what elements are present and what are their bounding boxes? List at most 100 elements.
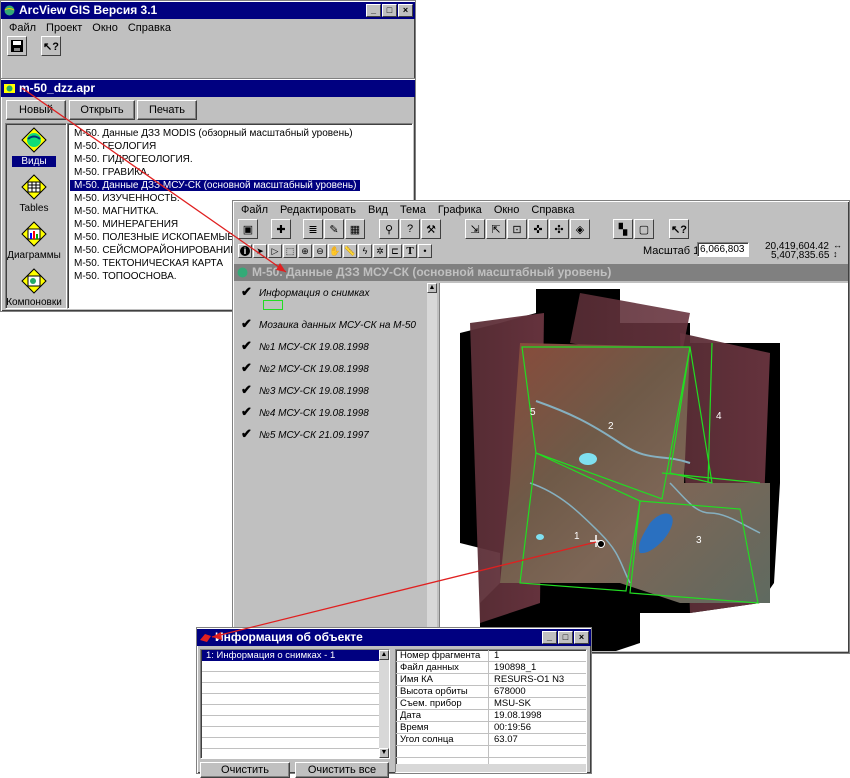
view-list-item[interactable]: M-50. ГИДРОГЕОЛОГИЯ. <box>74 154 193 165</box>
view-list-item[interactable]: M-50. ТОПООСНОВА. <box>74 271 177 282</box>
zoom-in-tool[interactable]: ⊕ <box>298 244 312 258</box>
clear-button[interactable]: Очистить <box>200 762 290 778</box>
maximize-button[interactable]: □ <box>558 631 573 644</box>
checkmark-icon[interactable]: ✔ <box>241 339 252 352</box>
edit-legend-button[interactable]: ✎ <box>324 219 344 239</box>
doc-type-tables[interactable]: Tables <box>6 174 62 218</box>
zoom-in-button[interactable]: ✜ <box>528 219 548 239</box>
project-title-bar[interactable]: m-50_dzz.apr <box>1 80 415 97</box>
property-value: 00:19:56 <box>494 722 531 733</box>
save-button[interactable]: ▣ <box>238 219 258 239</box>
results-scrollbar[interactable]: ▲ ▼ <box>379 650 389 758</box>
query-builder-button[interactable]: ⚒ <box>421 219 441 239</box>
draw-point-tool[interactable]: • <box>418 244 432 258</box>
identify-result-item[interactable]: 1: Информация о снимках - 1 <box>202 650 380 661</box>
checkmark-icon[interactable]: ✔ <box>241 285 252 298</box>
view-menu-theme[interactable]: Тема <box>400 204 426 216</box>
zoom-out-tool[interactable]: ⊖ <box>313 244 327 258</box>
close-button[interactable]: × <box>574 631 589 644</box>
zoom-out-button[interactable]: ✣ <box>549 219 569 239</box>
scroll-down-button[interactable]: ▼ <box>379 748 389 758</box>
select-features-button[interactable]: ▚ <box>613 219 633 239</box>
scale-input[interactable]: 6,066,803 <box>697 242 749 257</box>
theme-properties-button[interactable]: ≣ <box>303 219 323 239</box>
close-button[interactable]: × <box>398 4 413 17</box>
minimize-button[interactable]: _ <box>366 4 381 17</box>
zoom-to-selected-button[interactable]: ⊡ <box>507 219 527 239</box>
checkmark-icon[interactable]: ✔ <box>241 383 252 396</box>
zoom-full-extent-button[interactable]: ⇲ <box>465 219 485 239</box>
menu-project[interactable]: Проект <box>46 22 82 34</box>
checkmark-icon[interactable]: ✔ <box>241 427 252 440</box>
checkmark-icon[interactable]: ✔ <box>241 317 252 330</box>
open-table-button[interactable]: ▦ <box>345 219 365 239</box>
theme-entry[interactable]: ✔ №4 МСУ-СК 19.08.1998 <box>241 405 369 419</box>
select-feature-tool[interactable]: ⬚ <box>283 244 297 258</box>
theme-entry[interactable]: ✔ №5 МСУ-СК 21.09.1997 <box>241 427 369 441</box>
locate-address-button[interactable]: ? <box>400 219 420 239</box>
vertex-edit-tool[interactable]: ▷ <box>268 244 282 258</box>
help-button[interactable]: ↖? <box>669 219 689 239</box>
help-pointer-button[interactable]: ↖? <box>41 36 61 56</box>
zoom-previous-button[interactable]: ◈ <box>570 219 590 239</box>
identify-tool[interactable]: i <box>238 244 252 258</box>
app-title-bar[interactable]: ArcView GIS Версия 3.1 _ □ × <box>1 2 415 19</box>
text-tool[interactable]: T <box>403 244 417 258</box>
view-list-item[interactable]: M-50. МАГНИТКА. <box>74 206 159 217</box>
view-menu-edit[interactable]: Редактировать <box>280 204 356 216</box>
menu-window[interactable]: Окно <box>92 22 118 34</box>
pan-tool[interactable]: ✋ <box>328 244 342 258</box>
area-of-interest-tool[interactable]: ✲ <box>373 244 387 258</box>
map-display[interactable]: 1 2 3 4 5 <box>439 283 848 651</box>
clear-all-button[interactable]: Очистить все <box>295 762 389 778</box>
view-list-item[interactable]: M-50. ИЗУЧЕННОСТЬ. <box>74 193 180 204</box>
checkmark-icon[interactable]: ✔ <box>241 361 252 374</box>
view-title-bar[interactable]: M-50. Данные ДЗЗ МСУ-СК (основной масшта… <box>234 264 848 281</box>
theme-entry[interactable]: ✔ №3 МСУ-СК 19.08.1998 <box>241 383 369 397</box>
properties-hscrollbar[interactable] <box>396 764 586 772</box>
table-grid-icon: ▦ <box>349 223 361 236</box>
property-key: Высота орбиты <box>396 686 489 697</box>
clear-selection-button[interactable]: ▢ <box>634 219 654 239</box>
toc-scrollbar[interactable]: ▲ <box>427 283 437 651</box>
theme-entry[interactable]: ✔ Информация о снимках <box>241 285 370 299</box>
doc-type-charts[interactable]: Диаграммы <box>6 221 62 265</box>
view-menu-file[interactable]: Файл <box>241 204 268 216</box>
label-tool[interactable]: ⊏ <box>388 244 402 258</box>
measure-tool[interactable]: 📏 <box>343 244 357 258</box>
doc-type-views[interactable]: Виды <box>6 127 62 171</box>
find-button[interactable]: ⚲ <box>379 219 399 239</box>
open-button[interactable]: Открыть <box>69 100 135 120</box>
theme-entry[interactable]: ✔ №2 МСУ-СК 19.08.1998 <box>241 361 369 375</box>
theme-entry[interactable]: ✔ №1 МСУ-СК 19.08.1998 <box>241 339 369 353</box>
view-list-item[interactable]: M-50. ТЕКТОНИЧЕСКАЯ КАРТА <box>74 258 223 269</box>
minimize-button[interactable]: _ <box>542 631 557 644</box>
maximize-button[interactable]: □ <box>382 4 397 17</box>
identify-title-bar[interactable]: Информация об объекте _ □ × <box>197 629 591 646</box>
view-menu-graphics[interactable]: Графика <box>438 204 482 216</box>
view-menu-help[interactable]: Справка <box>531 204 574 216</box>
view-menu-window[interactable]: Окно <box>494 204 520 216</box>
view-list-item[interactable]: M-50. МИНЕРАГЕНИЯ <box>74 219 178 230</box>
view-list-item[interactable]: M-50. ГРАВИКА. <box>74 167 150 178</box>
new-button[interactable]: Новый <box>6 100 66 120</box>
menu-file[interactable]: Файл <box>9 22 36 34</box>
print-button[interactable]: Печать <box>137 100 197 120</box>
scroll-up-button[interactable]: ▲ <box>427 283 437 293</box>
view-list-item-selected[interactable]: M-50. Данные ДЗЗ МСУ-СК (основной масшта… <box>70 180 361 191</box>
view-menu-view[interactable]: Вид <box>368 204 388 216</box>
view-list-item[interactable]: M-50. ГЕОЛОГИЯ <box>74 141 156 152</box>
add-theme-button[interactable]: ✚ <box>271 219 291 239</box>
view-list-item[interactable]: M-50. СЕЙСМОРАЙОНИРОВАНИЕ. <box>74 245 240 256</box>
save-project-button[interactable] <box>7 36 27 56</box>
hot-link-tool[interactable]: ϟ <box>358 244 372 258</box>
checkmark-icon[interactable]: ✔ <box>241 405 252 418</box>
view-list-item[interactable]: M-50. Данные ДЗЗ MODIS (обзорный масштаб… <box>74 128 353 139</box>
menu-help[interactable]: Справка <box>128 22 171 34</box>
view-list-item[interactable]: M-50. ПОЛЕЗНЫЕ ИСКОПАЕМЫЕ. <box>74 232 237 243</box>
scroll-up-button[interactable]: ▲ <box>379 650 389 660</box>
doc-type-layouts[interactable]: Компоновки <box>6 268 62 312</box>
zoom-to-themes-button[interactable]: ⇱ <box>486 219 506 239</box>
pointer-tool[interactable]: ➤ <box>253 244 267 258</box>
theme-entry[interactable]: ✔ Мозаика данных МСУ-СК на M-50 <box>241 317 416 331</box>
